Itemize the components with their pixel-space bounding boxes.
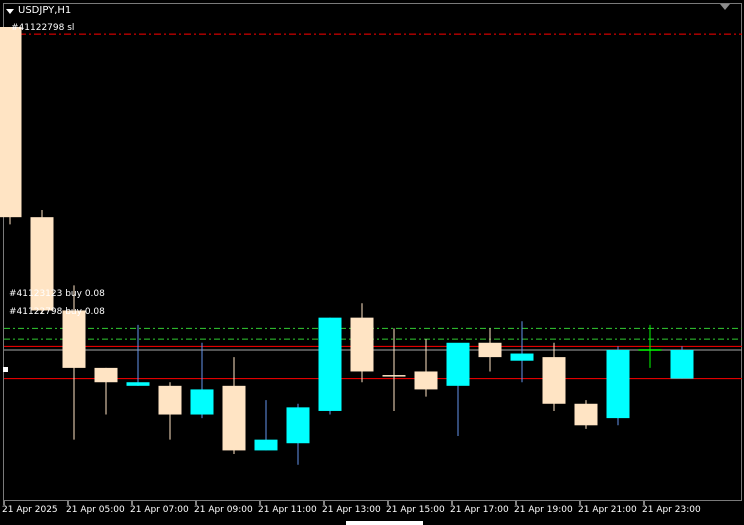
time-label: 21 Apr 23:00 xyxy=(642,505,701,515)
time-label: 21 Apr 07:00 xyxy=(130,505,189,515)
time-label: 21 Apr 19:00 xyxy=(514,505,573,515)
candle-body xyxy=(542,357,566,404)
candle-body xyxy=(318,317,342,411)
dropdown-arrow-icon[interactable] xyxy=(6,8,14,14)
chart-shift-icon[interactable] xyxy=(720,4,730,10)
time-axis-scroll-handle[interactable] xyxy=(346,521,423,525)
candle-body xyxy=(222,385,246,451)
price-marker xyxy=(3,367,8,372)
candle-body xyxy=(510,353,534,361)
time-label: 21 Apr 09:00 xyxy=(194,505,253,515)
time-label: 21 Apr 2025 xyxy=(2,505,58,515)
time-label: 21 Apr 11:00 xyxy=(258,505,317,515)
candle-body xyxy=(414,371,438,390)
candle-body xyxy=(254,439,278,451)
time-label: 21 Apr 15:00 xyxy=(386,505,445,515)
candle-body xyxy=(478,342,502,358)
candlestick-chart[interactable] xyxy=(0,0,744,525)
candle-body xyxy=(158,385,182,415)
symbol-title-text: USDJPY,H1 xyxy=(18,5,72,16)
candle-body xyxy=(126,382,150,386)
candle-body xyxy=(446,342,470,386)
time-label: 21 Apr 17:00 xyxy=(450,505,509,515)
candle-body xyxy=(62,310,86,368)
stop-loss-label[interactable]: #41122798 sl xyxy=(11,23,74,34)
candle-body xyxy=(382,375,406,377)
order-label-1[interactable]: #41123123 buy 0.08 xyxy=(9,289,105,300)
time-label: 21 Apr 21:00 xyxy=(578,505,637,515)
candle-body xyxy=(606,349,630,419)
symbol-title[interactable]: USDJPY,H1 xyxy=(4,4,71,18)
candle-body xyxy=(94,367,118,383)
candle-body xyxy=(574,403,598,426)
chart-window[interactable]: USDJPY,H1 #41122798 sl #41123123 buy 0.0… xyxy=(0,0,744,525)
candle-body xyxy=(350,317,374,372)
order-label-2[interactable]: #41122798 buy 0.08 xyxy=(9,307,105,318)
candle-body xyxy=(0,27,22,218)
candle-body xyxy=(190,389,214,415)
time-label: 21 Apr 05:00 xyxy=(66,505,125,515)
candle-body xyxy=(670,349,694,379)
time-label: 21 Apr 13:00 xyxy=(322,505,381,515)
candle-body xyxy=(286,407,310,444)
